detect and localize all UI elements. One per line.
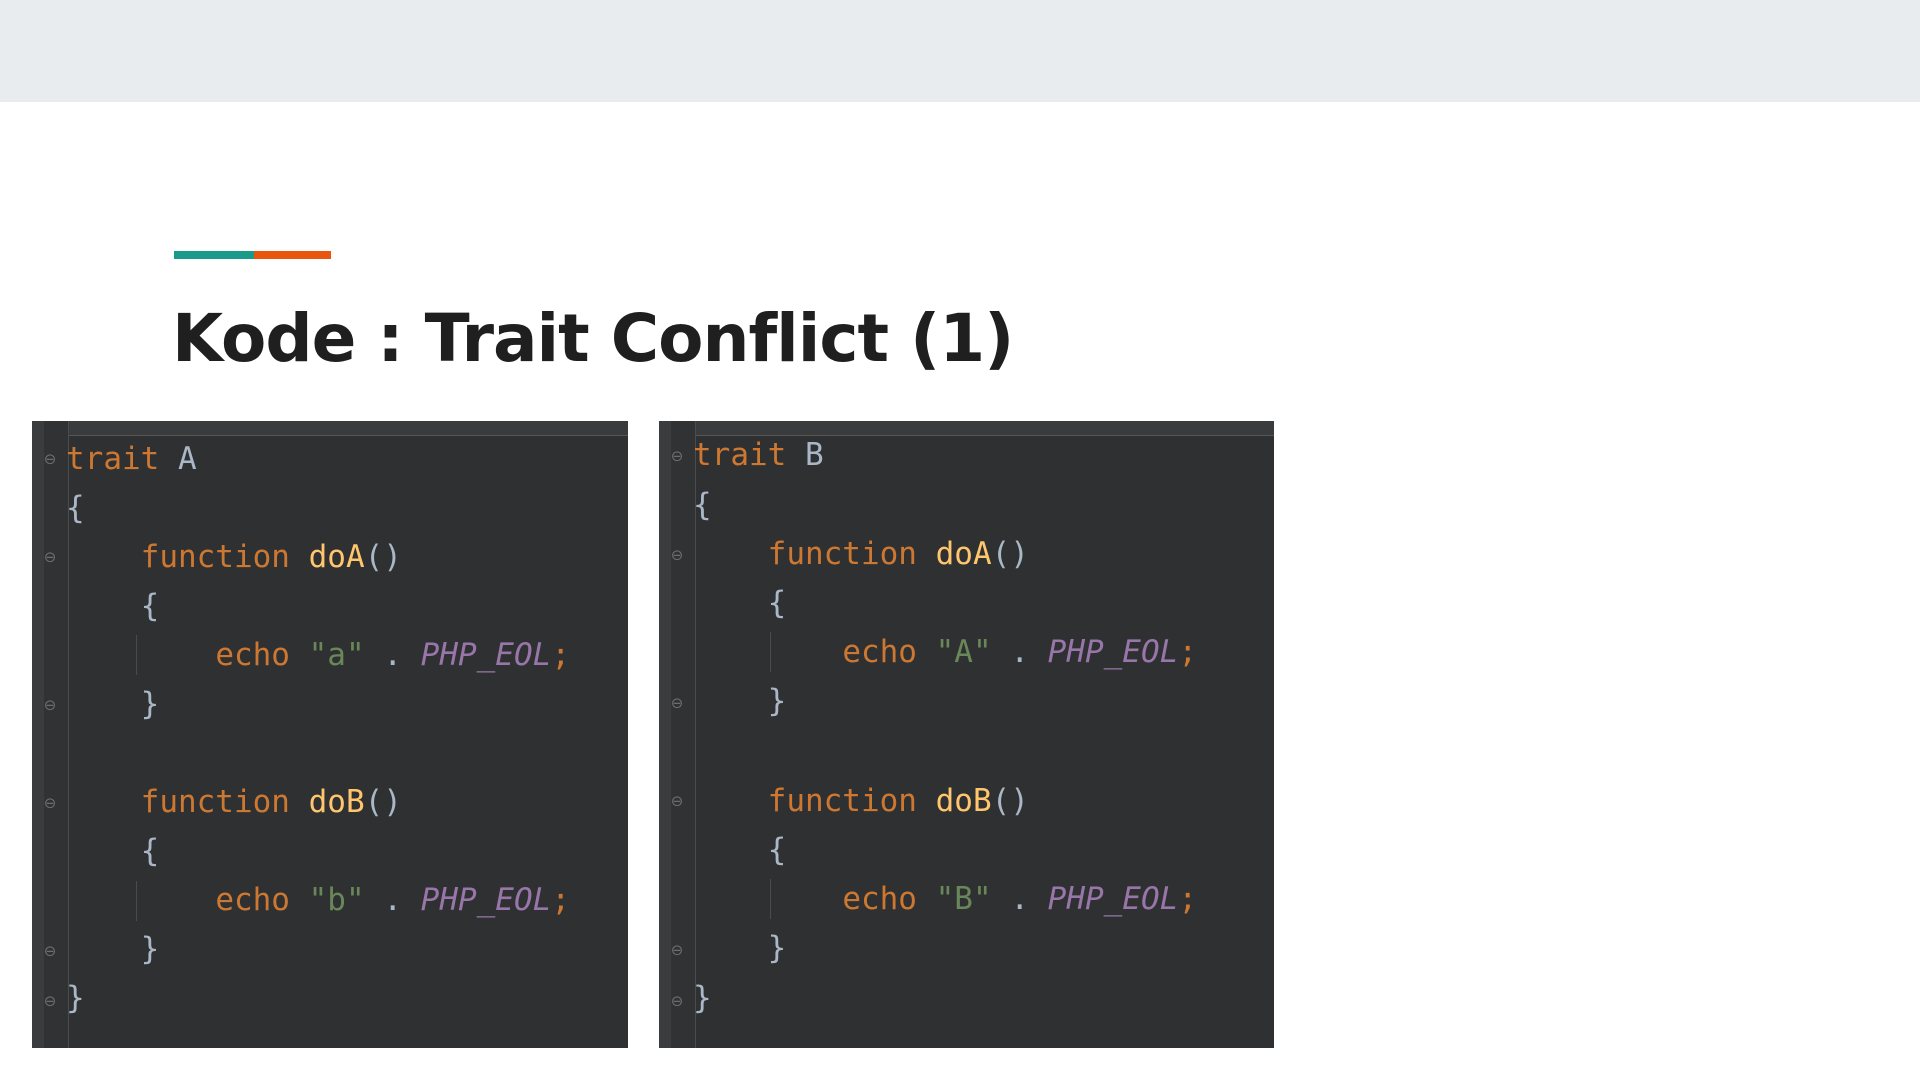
string-literal: "b"	[308, 882, 365, 918]
trait-name: B	[805, 437, 824, 473]
code-line: {	[767, 585, 787, 621]
editor-top-border	[659, 421, 1274, 436]
code-line: }	[767, 683, 787, 719]
fold-open-icon[interactable]: ⊖	[669, 448, 685, 464]
fold-open-icon[interactable]: ⊖	[669, 547, 685, 563]
keyword: function	[140, 539, 290, 575]
keyword: function	[140, 784, 290, 820]
function-name: doB	[308, 784, 365, 820]
code-line: function doB()	[767, 783, 1029, 819]
accent-segment-orange	[254, 251, 331, 259]
code-line: {	[767, 832, 787, 868]
code-line: {	[693, 487, 712, 523]
code-line: trait A	[66, 439, 197, 479]
code-line: {	[66, 490, 85, 526]
accent-segment-teal	[174, 251, 254, 259]
code-line: }	[767, 930, 787, 966]
keyword: function	[767, 783, 917, 819]
fold-close-icon[interactable]: ⊖	[42, 697, 58, 713]
code-line: {	[140, 588, 160, 624]
code-line: }	[140, 931, 160, 967]
editor-top-border	[32, 421, 628, 436]
trait-name: A	[178, 441, 197, 477]
code-line: function doA()	[140, 539, 402, 575]
code-line: function doB()	[140, 784, 402, 820]
constant: PHP_EOL	[1047, 634, 1179, 670]
code-line: }	[140, 686, 160, 722]
code-line: {	[140, 833, 160, 869]
code-line: }	[66, 980, 85, 1016]
fold-open-icon[interactable]: ⊖	[669, 793, 685, 809]
title-accent-bar	[174, 251, 331, 259]
fold-open-icon[interactable]: ⊖	[42, 549, 58, 565]
code-line: function doA()	[767, 536, 1029, 572]
code-line: echo "A" . PHP_EOL;	[842, 634, 1197, 670]
fold-close-icon[interactable]: ⊖	[669, 695, 685, 711]
constant: PHP_EOL	[420, 882, 552, 918]
fold-close-icon[interactable]: ⊖	[42, 943, 58, 959]
function-name: doA	[308, 539, 365, 575]
keyword: function	[767, 536, 917, 572]
string-literal: "B"	[935, 881, 992, 917]
code-line: echo "b" . PHP_EOL;	[215, 882, 570, 918]
slide-title: Kode : Trait Conflict (1)	[172, 300, 1014, 377]
header-band	[0, 0, 1920, 102]
keyword: trait	[66, 441, 160, 477]
code-panel-trait-b: ⊖ ⊖ ⊖ ⊖ ⊖ ⊖ trait B { function doA() { e…	[659, 421, 1274, 1048]
string-literal: "A"	[935, 634, 992, 670]
keyword: trait	[693, 437, 787, 473]
code-panel-trait-a: ⊖ ⊖ ⊖ ⊖ ⊖ ⊖ trait A { function doA() { e…	[32, 421, 628, 1048]
fold-close-icon[interactable]: ⊖	[669, 993, 685, 1009]
fold-close-icon[interactable]: ⊖	[42, 993, 58, 1009]
constant: PHP_EOL	[420, 637, 552, 673]
constant: PHP_EOL	[1047, 881, 1179, 917]
function-name: doB	[935, 783, 992, 819]
fold-open-icon[interactable]: ⊖	[42, 451, 58, 467]
fold-open-icon[interactable]: ⊖	[42, 795, 58, 811]
code-line: }	[693, 980, 712, 1016]
string-literal: "a"	[308, 637, 365, 673]
code-line: echo "B" . PHP_EOL;	[842, 881, 1197, 917]
fold-close-icon[interactable]: ⊖	[669, 942, 685, 958]
function-name: doA	[935, 536, 992, 572]
code-line: echo "a" . PHP_EOL;	[215, 637, 570, 673]
code-line: trait B	[693, 435, 824, 475]
